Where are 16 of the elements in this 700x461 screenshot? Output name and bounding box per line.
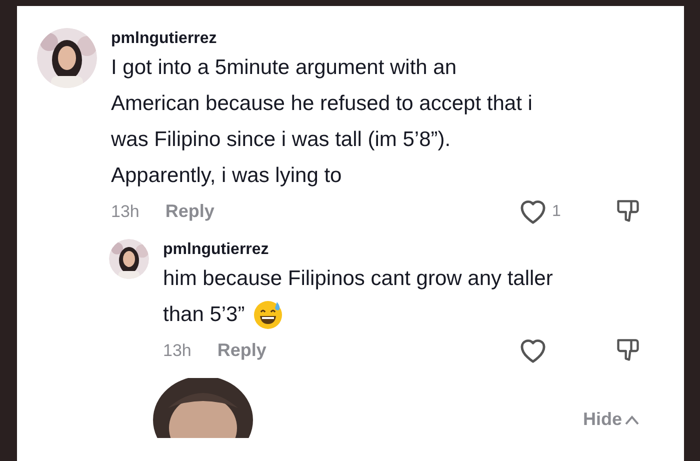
heart-icon[interactable] <box>518 198 548 225</box>
username[interactable]: pmlngutierrez <box>111 28 217 50</box>
timestamp: 13h <box>163 340 192 362</box>
thumbs-down-icon[interactable] <box>616 338 640 364</box>
grinning-sweat-emoji-icon <box>252 300 283 330</box>
thumbs-down-icon[interactable] <box>616 198 640 224</box>
like-count: 1 <box>552 202 561 220</box>
comment-text: I got into a 5minute argument with an American because he refused to accept that i was Filipino since i was tall (im 5’8”). Apparently, i was lying to <box>111 55 532 189</box>
heart-icon[interactable] <box>518 337 548 364</box>
reply-button[interactable]: Reply <box>217 337 266 364</box>
reply-button[interactable]: Reply <box>165 198 214 225</box>
hide-button[interactable]: Hide <box>582 406 640 433</box>
username[interactable]: pmlngutierrez <box>163 239 269 261</box>
chevron-up-icon <box>624 414 640 426</box>
comment-text: him because Filipinos cant grow any taller than 5’3” <box>163 261 553 333</box>
timestamp: 13h <box>111 200 140 223</box>
